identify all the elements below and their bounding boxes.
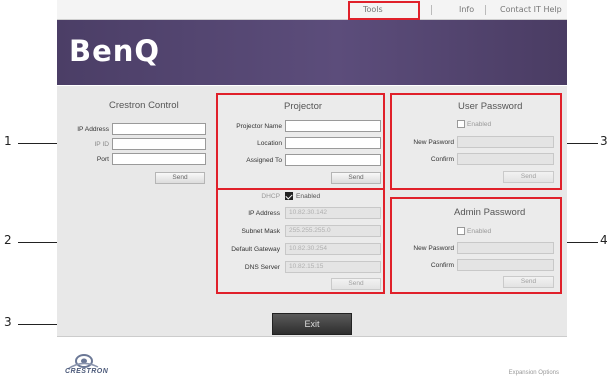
top-nav-bar: Tools Info Contact IT Help	[57, 0, 567, 20]
user-confirm-input[interactable]	[457, 153, 554, 165]
callout-3-user-number: 3	[600, 134, 608, 148]
dhcp-label: DHCP	[261, 193, 280, 200]
crestron-send-button[interactable]: Send	[155, 172, 205, 184]
nav-help-link[interactable]: Contact IT Help	[500, 5, 562, 14]
nav-separator	[485, 5, 486, 15]
subnet-mask-input[interactable]: 255.255.255.0	[285, 225, 381, 237]
user-password-enabled-label: Enabled	[467, 121, 492, 128]
benq-logo: BenQ	[69, 34, 161, 68]
web-ui-frame: Tools Info Contact IT Help BenQ Crestron…	[57, 0, 567, 383]
crestron-control-title: Crestron Control	[109, 100, 179, 111]
admin-confirm-label: Confirm	[430, 262, 454, 269]
subnet-mask-label: Subnet Mask	[241, 228, 280, 235]
projector-name-label: Projector Name	[236, 123, 282, 130]
location-input[interactable]	[285, 137, 381, 149]
footer: CRESTRON Expansion Options	[57, 336, 567, 383]
projector-title: Projector	[284, 101, 323, 112]
dhcp-checkbox[interactable]	[285, 192, 293, 200]
projector-name-input[interactable]	[285, 120, 381, 132]
nav-separator	[431, 5, 432, 15]
user-confirm-label: Confirm	[430, 156, 454, 163]
projector-send-button[interactable]: Send	[331, 172, 381, 184]
crestron-port-input[interactable]	[112, 153, 206, 165]
main-content: Crestron Control IP Address IP ID Port S…	[57, 86, 567, 336]
user-password-send-button[interactable]: Send	[503, 171, 554, 183]
admin-password-panel: Admin Password Enabled New Pasword Confi…	[390, 197, 562, 294]
default-gateway-label: Default Gateway	[231, 246, 280, 253]
callout-3-exit-number: 3	[4, 315, 12, 329]
dns-server-label: DNS Server	[244, 264, 280, 271]
assigned-to-label: Assigned To	[246, 157, 282, 164]
header-banner: BenQ	[57, 20, 567, 85]
user-new-password-label: New Pasword	[413, 139, 454, 146]
callout-4-number: 4	[600, 233, 608, 247]
crestron-ipid-label: IP ID	[94, 141, 109, 148]
default-gateway-input[interactable]: 10.82.30.254	[285, 243, 381, 255]
assigned-to-input[interactable]	[285, 154, 381, 166]
crestron-ip-label: IP Address	[77, 126, 109, 133]
dns-server-input[interactable]: 10.82.15.15	[285, 261, 381, 273]
admin-new-password-label: New Pasword	[413, 245, 454, 252]
expansion-options-link[interactable]: Expansion Options	[509, 370, 559, 376]
tools-highlight-box	[348, 1, 420, 20]
callout-1-number: 1	[4, 134, 12, 148]
dhcp-enabled-label: Enabled	[296, 193, 321, 200]
crestron-port-label: Port	[96, 156, 109, 163]
location-label: Location	[257, 140, 282, 147]
user-new-password-input[interactable]	[457, 136, 554, 148]
user-password-title: User Password	[458, 101, 523, 112]
crestron-logo-text: CRESTRON	[65, 368, 109, 375]
ip-address-input[interactable]: 10.82.30.142	[285, 207, 381, 219]
admin-new-password-input[interactable]	[457, 242, 554, 254]
crestron-ipid-input[interactable]	[112, 138, 206, 150]
nav-info-link[interactable]: Info	[459, 5, 474, 14]
callout-2-number: 2	[4, 233, 12, 247]
admin-confirm-input[interactable]	[457, 259, 554, 271]
crestron-ip-input[interactable]	[112, 123, 206, 135]
projector-panel: Projector Projector Name Location Assign…	[216, 93, 385, 190]
network-panel: DHCP Enabled IP Address 10.82.30.142 Sub…	[216, 190, 385, 294]
ip-address-label: IP Address	[248, 210, 280, 217]
exit-button[interactable]: Exit	[272, 313, 352, 335]
user-password-panel: User Password Enabled New Pasword Confir…	[390, 93, 562, 190]
user-password-enabled-checkbox[interactable]	[457, 120, 465, 128]
admin-password-enabled-checkbox[interactable]	[457, 227, 465, 235]
admin-password-send-button[interactable]: Send	[503, 276, 554, 288]
network-send-button[interactable]: Send	[331, 278, 381, 290]
admin-password-enabled-label: Enabled	[467, 228, 492, 235]
admin-password-title: Admin Password	[454, 207, 526, 218]
